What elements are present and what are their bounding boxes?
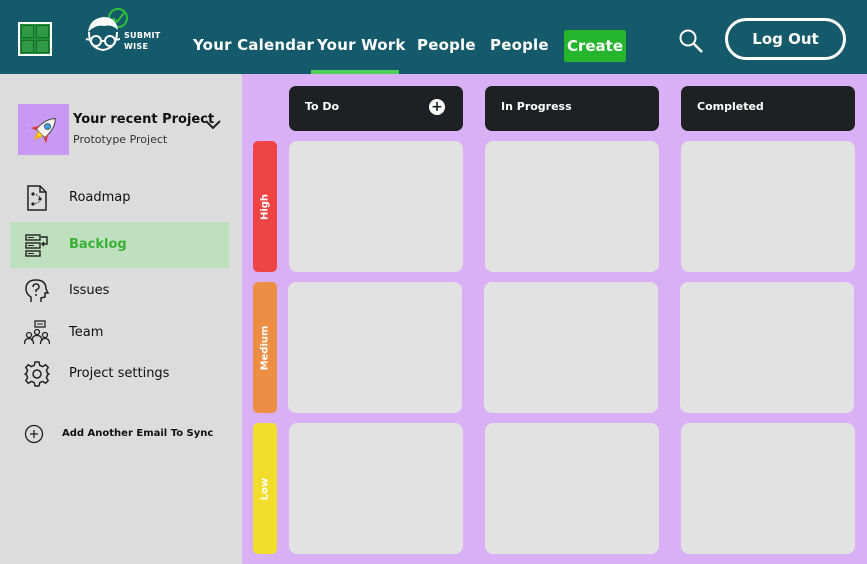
project-subtitle: Prototype Project — [73, 133, 168, 146]
sidebar-item-label: Roadmap — [69, 190, 131, 205]
roadmap-icon — [27, 185, 47, 211]
nav-your-calendar[interactable]: Your Calendar — [193, 36, 314, 54]
row-label-text: Low — [259, 477, 271, 500]
project-avatar[interactable] — [18, 104, 69, 155]
sidebar-item-issues[interactable]: Issues — [10, 268, 229, 314]
top-header: SUBMIT WISE Your Calendar Your Work Peop… — [0, 0, 867, 74]
sidebar-item-label: Backlog — [69, 237, 127, 252]
submitwise-logo[interactable]: SUBMIT WISE — [84, 8, 168, 58]
sidebar-item-label: Team — [69, 325, 104, 340]
sidebar-item-backlog[interactable]: Backlog — [10, 222, 229, 268]
cell-medium-completed[interactable] — [680, 282, 854, 413]
sidebar-item-label: Issues — [69, 283, 110, 298]
cell-high-completed[interactable] — [681, 141, 855, 272]
logout-button[interactable]: Log Out — [725, 18, 846, 60]
nav-people-2[interactable]: People — [490, 36, 549, 54]
row-label-high: High — [253, 141, 277, 272]
sidebar: Your recent Project Prototype Project Ro… — [0, 74, 242, 564]
rocket-icon — [30, 117, 56, 143]
column-header-completed: Completed — [681, 86, 855, 131]
sidebar-item-roadmap[interactable]: Roadmap — [10, 175, 229, 221]
create-button[interactable]: Create — [564, 30, 626, 62]
app-grid-logo[interactable] — [18, 22, 52, 56]
cell-high-todo[interactable] — [289, 141, 463, 272]
backlog-icon — [25, 234, 48, 257]
nav-people[interactable]: People — [417, 36, 476, 54]
add-email-sync-button[interactable]: Add Another Email To Sync — [24, 424, 234, 444]
row-label-medium: Medium — [253, 282, 277, 413]
row-label-low: Low — [253, 423, 277, 554]
brand-line2: WISE — [124, 42, 149, 51]
column-title: To Do — [305, 100, 340, 113]
cell-low-completed[interactable] — [681, 423, 855, 554]
cell-low-todo[interactable] — [289, 423, 463, 554]
sidebar-item-label: Project settings — [69, 366, 170, 381]
brand-line1: SUBMIT — [124, 31, 161, 40]
sidebar-item-project-settings[interactable]: Project settings — [10, 351, 229, 397]
cell-medium-todo[interactable] — [288, 282, 462, 413]
cell-medium-in-progress[interactable] — [484, 282, 658, 413]
column-header-in-progress: In Progress — [485, 86, 659, 131]
project-title[interactable]: Your recent Project — [73, 112, 214, 127]
search-icon[interactable] — [678, 28, 704, 54]
add-email-sync-label: Add Another Email To Sync — [62, 428, 214, 439]
gear-icon — [24, 361, 50, 387]
plus-circle-icon — [24, 424, 44, 444]
nav-your-work[interactable]: Your Work — [317, 36, 406, 54]
column-title: In Progress — [501, 100, 572, 113]
cell-low-in-progress[interactable] — [485, 423, 659, 554]
add-task-icon[interactable]: + — [429, 99, 445, 115]
column-title: Completed — [697, 100, 764, 113]
column-header-todo: To Do + — [289, 86, 463, 131]
issues-icon — [25, 279, 50, 302]
cell-high-in-progress[interactable] — [485, 141, 659, 272]
brand-name: SUBMIT WISE — [124, 30, 161, 52]
row-label-text: Medium — [259, 325, 271, 370]
row-label-text: High — [259, 193, 271, 220]
team-icon — [24, 320, 50, 345]
kanban-board: To Do + In Progress Completed High Mediu… — [242, 74, 867, 564]
chevron-down-icon[interactable] — [203, 118, 223, 132]
sidebar-item-team[interactable]: Team — [10, 310, 229, 356]
